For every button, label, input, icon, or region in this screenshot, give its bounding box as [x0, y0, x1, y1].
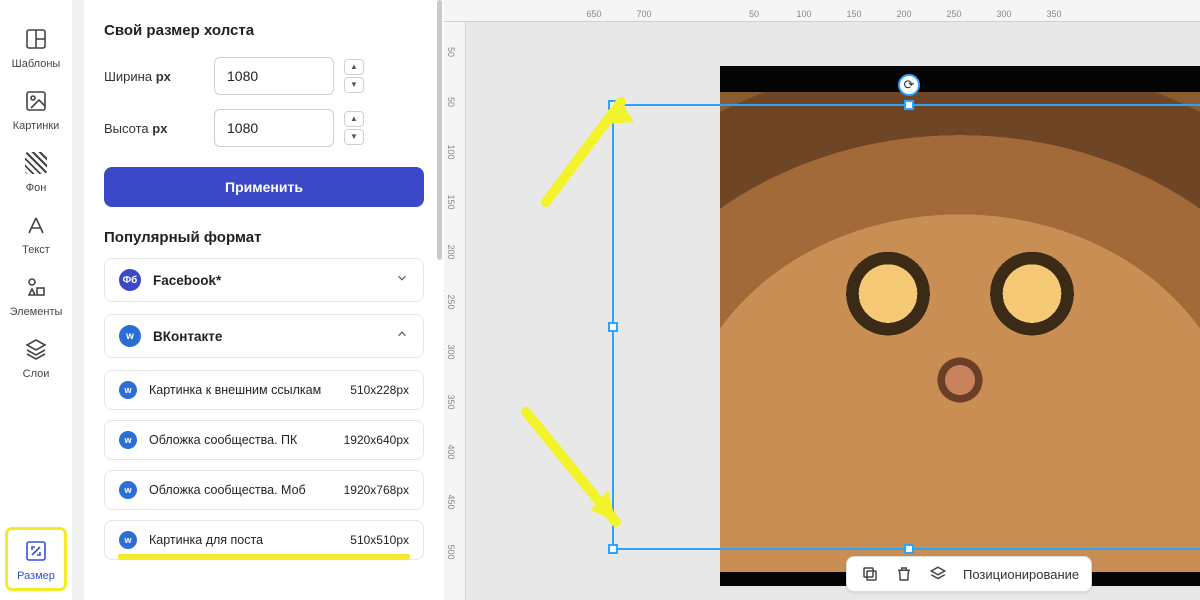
height-down[interactable]: ▼	[344, 129, 364, 145]
preset-dim: 510x510px	[350, 533, 409, 547]
height-up[interactable]: ▲	[344, 111, 364, 127]
tool-rail: Шаблоны Картинки Фон Текст Элементы	[0, 0, 72, 600]
height-input[interactable]	[214, 109, 334, 147]
rail-elements[interactable]: Элементы	[6, 264, 66, 326]
rail-images[interactable]: Картинки	[6, 78, 66, 140]
preset-label: Картинка к внешним ссылкам	[149, 382, 350, 399]
vk-badge-icon: w	[119, 325, 141, 347]
resize-handle-mt[interactable]	[904, 100, 914, 110]
width-up[interactable]: ▲	[344, 59, 364, 75]
apply-button[interactable]: Применить	[104, 167, 424, 207]
chevron-down-icon	[395, 271, 409, 290]
panel-scrollbar[interactable]	[437, 0, 442, 260]
facebook-badge-icon: Фб	[119, 269, 141, 291]
height-spinner: ▲ ▼	[344, 111, 364, 145]
width-input[interactable]	[214, 57, 334, 95]
vk-icon: w	[119, 381, 137, 399]
text-icon	[23, 212, 49, 238]
width-label: Ширина px	[104, 69, 214, 84]
preset-label: Обложка сообщества. Моб	[149, 482, 344, 499]
vk-icon: w	[119, 481, 137, 499]
preset-label: Обложка сообщества. ПК	[149, 432, 344, 449]
rail-label: Слои	[23, 368, 50, 380]
width-spinner: ▲ ▼	[344, 59, 364, 93]
templates-icon	[23, 26, 49, 52]
rail-label: Текст	[22, 244, 50, 256]
rail-label: Картинки	[13, 120, 60, 132]
image-icon	[23, 88, 49, 114]
chevron-up-icon	[395, 327, 409, 346]
rotate-handle[interactable]: ⟳	[898, 74, 920, 96]
preset-cover-mobile[interactable]: w Обложка сообщества. Моб 1920x768px	[104, 470, 424, 510]
preset-dim: 510x228px	[350, 383, 409, 397]
preset-dim: 1920x768px	[344, 483, 409, 497]
layers-icon[interactable]	[927, 563, 949, 585]
rail-label: Элементы	[10, 306, 63, 318]
popular-title: Популярный формат	[104, 229, 424, 246]
accordion-vkontakte[interactable]: w ВКонтакте	[104, 314, 424, 358]
preset-dim: 1920x640px	[344, 433, 409, 447]
resize-handle-mb[interactable]	[904, 544, 914, 554]
accordion-facebook[interactable]: Фб Facebook*	[104, 258, 424, 302]
hatch-icon	[23, 150, 49, 176]
resize-handle-ml[interactable]	[608, 322, 618, 332]
vertical-ruler: 50 50 100 150 200 250 300 350 400 450 50…	[444, 22, 466, 600]
preset-label: Картинка для поста	[149, 532, 350, 549]
layers-icon	[23, 336, 49, 362]
rail-layers[interactable]: Слои	[6, 326, 66, 388]
accordion-label: Facebook*	[153, 273, 395, 288]
height-label: Высота px	[104, 121, 214, 136]
annotation-highlight	[118, 554, 410, 560]
height-row: Высота px ▲ ▼	[104, 109, 424, 147]
canvas-stage[interactable]: ⟳	[466, 22, 1200, 600]
canvas-area: 650 700 50 100 150 200 250 300 350 50 50…	[444, 0, 1200, 600]
width-row: Ширина px ▲ ▼	[104, 57, 424, 95]
rail-size[interactable]: Размер	[6, 528, 66, 590]
resize-handle-bl[interactable]	[608, 544, 618, 554]
custom-size-title: Свой размер холста	[104, 22, 424, 39]
width-down[interactable]: ▼	[344, 77, 364, 93]
selection-box[interactable]: ⟳	[612, 104, 1200, 550]
rail-text[interactable]: Текст	[6, 202, 66, 264]
size-panel: Свой размер холста Ширина px ▲ ▼ Высота …	[84, 0, 444, 600]
delete-icon[interactable]	[893, 563, 915, 585]
horizontal-ruler: 650 700 50 100 150 200 250 300 350	[444, 0, 1200, 22]
shapes-icon	[23, 274, 49, 300]
duplicate-icon[interactable]	[859, 563, 881, 585]
rail-gutter	[72, 0, 84, 600]
preset-cover-desktop[interactable]: w Обложка сообщества. ПК 1920x640px	[104, 420, 424, 460]
selection-toolbar: Позиционирование	[846, 556, 1092, 592]
rail-label: Размер	[17, 570, 55, 582]
rail-label: Шаблоны	[12, 58, 61, 70]
vk-icon: w	[119, 431, 137, 449]
positioning-button[interactable]: Позиционирование	[963, 567, 1079, 582]
preset-external-link-image[interactable]: w Картинка к внешним ссылкам 510x228px	[104, 370, 424, 410]
rail-background[interactable]: Фон	[6, 140, 66, 202]
rail-templates[interactable]: Шаблоны	[6, 16, 66, 78]
accordion-label: ВКонтакте	[153, 329, 395, 344]
rail-label: Фон	[26, 182, 47, 194]
vk-icon: w	[119, 531, 137, 549]
resize-icon	[23, 538, 49, 564]
resize-handle-tl[interactable]	[608, 100, 618, 110]
